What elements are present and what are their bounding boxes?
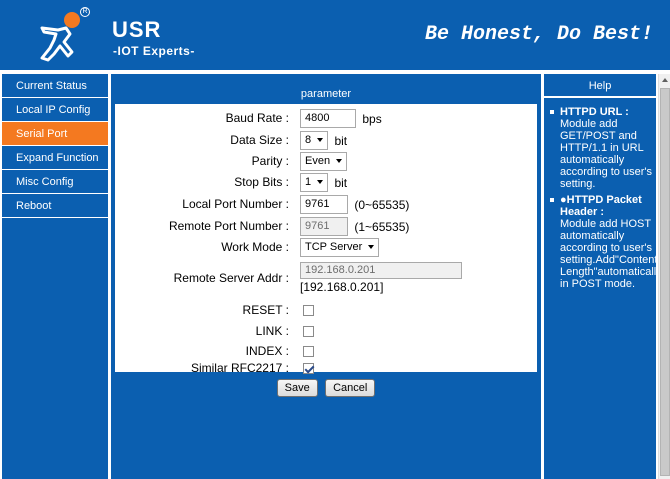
registered-mark: R [80, 7, 90, 17]
sidebar-item-expand-function[interactable]: Expand Function [2, 146, 108, 170]
remote-addr-input[interactable]: 192.168.0.201 [300, 262, 462, 280]
sidebar-item-current-status[interactable]: Current Status [2, 74, 108, 98]
help-title: Help [544, 74, 656, 98]
chevron-down-icon [368, 245, 375, 250]
link-row: LINK : [115, 321, 537, 341]
brand-tagline: -IOT Experts- [113, 44, 195, 58]
remote-addr-label: Remote Server Addr : [173, 271, 289, 285]
work-mode-row: Work Mode : TCP Server [115, 237, 537, 258]
help-item-body: Module add HOST automatically according … [560, 218, 656, 290]
slogan: Be Honest, Do Best! [424, 23, 653, 46]
index-label: INDEX : [245, 344, 289, 358]
parity-value: Even [305, 155, 331, 168]
stop-bits-label: Stop Bits : [234, 175, 289, 189]
form-actions: Save Cancel [111, 379, 541, 397]
index-row: INDEX : [115, 341, 537, 361]
cancel-button[interactable]: Cancel [325, 379, 376, 397]
local-port-row: Local Port Number : 9761 (0~65535) [115, 194, 537, 215]
index-checkbox[interactable] [303, 346, 314, 358]
parity-label: Parity : [251, 154, 289, 168]
reset-row: RESET : [115, 300, 537, 320]
remote-port-row: Remote Port Number : 9761 (1~65535) [115, 216, 537, 237]
data-size-row: Data Size : 8 bit [115, 130, 537, 151]
stop-bits-unit: bit [334, 175, 348, 190]
header: R USR -IOT Experts- Be Honest, Do Best! [0, 0, 670, 70]
sidebar-item-misc-config[interactable]: Misc Config [2, 170, 108, 194]
help-item: HTTPD URL : Module add GET/POST and HTTP… [550, 106, 656, 190]
data-size-select[interactable]: 8 [300, 131, 329, 151]
sidebar-item-local-ip-config[interactable]: Local IP Config [2, 98, 108, 122]
remote-port-range: (1~65535) [354, 219, 410, 234]
rfc2217-checkbox[interactable] [303, 363, 314, 375]
vertical-scrollbar[interactable] [658, 74, 670, 479]
local-port-input[interactable]: 9761 [300, 195, 348, 215]
local-port-range: (0~65535) [354, 197, 410, 212]
link-checkbox[interactable] [303, 326, 314, 338]
remote-port-label: Remote Port Number : [168, 219, 289, 233]
help-item-body: Module add GET/POST and HTTP/1.1 in URL … [560, 118, 652, 190]
sidebar-item-reboot[interactable]: Reboot [2, 194, 108, 218]
scroll-up-arrow-icon[interactable] [659, 74, 670, 86]
stop-bits-row: Stop Bits : 1 bit [115, 172, 537, 193]
main-content: parameter Baud Rate : 4800 bps Data Size… [111, 74, 541, 479]
work-mode-select[interactable]: TCP Server [300, 238, 380, 258]
help-item: ●HTTPD Packet Header : Module add HOST a… [550, 194, 656, 290]
help-item-title: HTTPD URL : [560, 106, 629, 118]
remote-addr-display: [192.168.0.201] [300, 280, 384, 295]
sidebar-nav: Current Status Local IP Config Serial Po… [2, 74, 108, 479]
save-button[interactable]: Save [276, 379, 318, 397]
work-mode-value: TCP Server [305, 241, 363, 254]
chevron-down-icon [317, 180, 324, 185]
link-label: LINK : [255, 324, 289, 338]
baud-rate-label: Baud Rate : [225, 111, 289, 125]
remote-port-input[interactable]: 9761 [300, 217, 348, 237]
work-mode-label: Work Mode : [221, 240, 289, 254]
parameter-panel: parameter Baud Rate : 4800 bps Data Size… [113, 84, 539, 376]
stop-bits-value: 1 [305, 176, 312, 189]
stop-bits-select[interactable]: 1 [300, 173, 329, 193]
brand-name: USR [112, 17, 162, 42]
remote-addr-row: Remote Server Addr : 192.168.0.201 [192.… [115, 262, 537, 298]
baud-rate-row: Baud Rate : 4800 bps [115, 108, 537, 129]
reset-label: RESET : [242, 303, 289, 317]
local-port-label: Local Port Number : [182, 197, 289, 211]
baud-rate-input[interactable]: 4800 [300, 109, 356, 129]
parity-select[interactable]: Even [300, 152, 348, 172]
panel-title: parameter [115, 86, 537, 104]
data-size-unit: bit [334, 133, 348, 148]
reset-checkbox[interactable] [303, 305, 314, 317]
baud-rate-unit: bps [362, 111, 382, 126]
data-size-value: 8 [305, 134, 312, 147]
rfc2217-label: Similar RFC2217 : [190, 361, 289, 375]
data-size-label: Data Size : [230, 133, 289, 147]
chevron-down-icon [317, 138, 324, 143]
sidebar-item-serial-port[interactable]: Serial Port [2, 122, 108, 146]
parity-row: Parity : Even [115, 151, 537, 172]
help-panel: Help HTTPD URL : Module add GET/POST and… [544, 74, 656, 479]
rfc2217-row: Similar RFC2217 : [115, 360, 537, 376]
chevron-down-icon [336, 159, 343, 164]
help-item-title: ●HTTPD Packet Header : [560, 194, 642, 218]
scroll-thumb[interactable] [660, 88, 670, 476]
